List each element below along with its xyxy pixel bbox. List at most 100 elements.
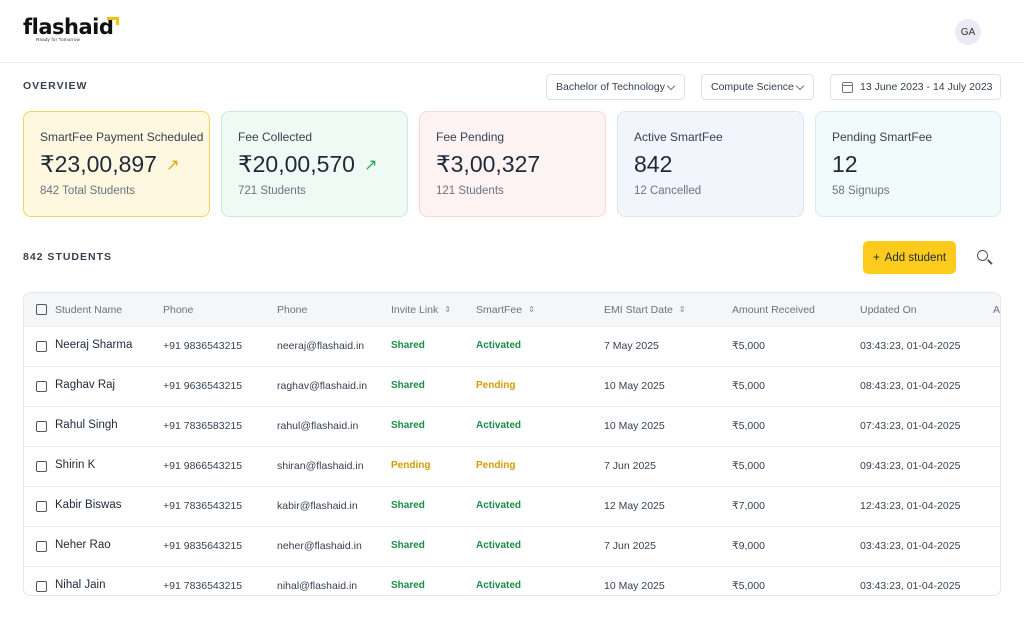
cell-student-name: Kabir Biswas bbox=[55, 499, 122, 511]
column-header-smartfee[interactable]: SmartFee ⇕ bbox=[476, 304, 535, 316]
cell-email: raghav@flashaid.in bbox=[277, 380, 368, 392]
cell-invite-link: Shared bbox=[391, 380, 425, 391]
cell-smartfee: Activated bbox=[476, 420, 522, 431]
stat-card-title: Pending SmartFee bbox=[832, 130, 933, 144]
stat-card-value: 12 bbox=[832, 151, 858, 177]
cell-smartfee: Pending bbox=[476, 460, 516, 471]
stat-card-fee-collected[interactable]: Fee Collected ₹20,00,570 ↗ 721 Students bbox=[221, 111, 408, 217]
stat-card-value: ₹20,00,570 ↗ bbox=[238, 151, 407, 178]
column-header-truncated[interactable]: A bbox=[993, 304, 1000, 316]
cell-invite-link: Shared bbox=[391, 420, 425, 431]
plus-icon: + bbox=[872, 251, 880, 264]
cell-invite-link: Shared bbox=[391, 340, 425, 351]
stat-card-subtitle: 12 Cancelled bbox=[634, 185, 702, 197]
column-header-invite-link[interactable]: Invite Link ⇕ bbox=[391, 304, 451, 316]
stat-card-subtitle: 721 Students bbox=[238, 185, 306, 197]
column-header-email[interactable]: Phone bbox=[277, 304, 307, 316]
cell-email: shiran@flashaid.in bbox=[277, 460, 364, 472]
table-header: Student Name Phone Phone Invite Link ⇕ Sm… bbox=[24, 293, 1000, 326]
row-checkbox[interactable] bbox=[36, 421, 47, 432]
column-header-amount-received[interactable]: Amount Received bbox=[732, 304, 815, 316]
cell-email: nihal@flashaid.in bbox=[277, 580, 358, 592]
cell-amount-received: ₹9,000 bbox=[732, 540, 765, 552]
table-row[interactable]: Kabir Biswas +91 7836543215 kabir@flashaid… bbox=[24, 486, 1000, 526]
table-row[interactable]: Raghav Raj +91 9636543215 raghav@flashaid.… bbox=[24, 366, 1000, 406]
stat-card-active-smartfee[interactable]: Active SmartFee 842 12 Cancelled bbox=[617, 111, 804, 217]
column-header-phone[interactable]: Phone bbox=[163, 304, 193, 316]
stat-card-subtitle: 121 Students bbox=[436, 185, 504, 197]
cell-emi-start-date: 7 May 2025 bbox=[604, 340, 659, 352]
stat-card-subtitle: 842 Total Students bbox=[40, 185, 136, 197]
overview-heading: OVERVIEW bbox=[23, 80, 88, 92]
row-checkbox[interactable] bbox=[36, 581, 47, 592]
column-header-emi-start-date[interactable]: EMI Start Date ⇕ bbox=[604, 304, 686, 316]
select-all-checkbox[interactable] bbox=[36, 304, 47, 315]
calendar-icon bbox=[842, 82, 853, 93]
cell-smartfee: Activated bbox=[476, 540, 522, 551]
cell-emi-start-date: 10 May 2025 bbox=[604, 380, 665, 392]
cell-invite-link: Shared bbox=[391, 500, 425, 511]
cell-phone: +91 9636543215 bbox=[163, 380, 243, 392]
cell-smartfee: Activated bbox=[476, 500, 522, 511]
row-checkbox[interactable] bbox=[36, 541, 47, 552]
logo-wordmark: flashaid bbox=[23, 15, 114, 39]
stat-card-pending-smartfee[interactable]: Pending SmartFee 12 58 Signups bbox=[815, 111, 1001, 217]
stat-card-value: 842 bbox=[634, 151, 673, 177]
cell-amount-received: ₹5,000 bbox=[732, 380, 765, 392]
cell-invite-link: Shared bbox=[391, 540, 425, 551]
stat-card-title: Active SmartFee bbox=[634, 130, 723, 144]
sort-icon[interactable]: ⇕ bbox=[444, 305, 451, 314]
cell-updated-on: 09:43:23, 01-04-2025 bbox=[860, 460, 961, 472]
department-select-value: Compute Science bbox=[711, 81, 794, 93]
stat-card-value: ₹3,00,327 bbox=[436, 151, 541, 177]
row-checkbox[interactable] bbox=[36, 501, 47, 512]
stat-card-title: SmartFee Payment Scheduled bbox=[40, 130, 204, 144]
cell-updated-on: 03:43:23, 01-04-2025 bbox=[860, 540, 961, 552]
students-count-heading: 842 STUDENTS bbox=[23, 251, 113, 263]
department-select[interactable]: Compute Science bbox=[701, 74, 814, 100]
cell-phone: +91 7836543215 bbox=[163, 500, 243, 512]
stat-card-value: ₹23,00,897 ↗ bbox=[40, 151, 209, 178]
chevron-down-icon bbox=[795, 81, 805, 91]
user-avatar[interactable]: GA bbox=[955, 19, 981, 45]
cell-student-name: Rahul Singh bbox=[55, 419, 118, 431]
row-checkbox[interactable] bbox=[36, 461, 47, 472]
column-header-label: Invite Link bbox=[391, 304, 439, 316]
column-header-student-name[interactable]: Student Name bbox=[55, 304, 122, 316]
add-student-button[interactable]: + Add student bbox=[863, 241, 956, 274]
cell-email: rahul@flashaid.in bbox=[277, 420, 359, 432]
row-checkbox[interactable] bbox=[36, 341, 47, 352]
stat-card-fee-pending[interactable]: Fee Pending ₹3,00,327 121 Students bbox=[419, 111, 606, 217]
search-icon[interactable] bbox=[976, 249, 993, 265]
table-row[interactable]: Shirin K +91 9866543215 shiran@flashaid.in… bbox=[24, 446, 1000, 486]
cell-student-name: Neher Rao bbox=[55, 539, 111, 551]
sort-icon[interactable]: ⇕ bbox=[528, 305, 535, 314]
table-row[interactable]: Rahul Singh +91 7836583215 rahul@flashaid.… bbox=[24, 406, 1000, 446]
trend-up-icon: ↗ bbox=[363, 156, 378, 174]
cell-smartfee: Activated bbox=[476, 580, 522, 591]
cell-phone: +91 7836543215 bbox=[163, 580, 243, 592]
trend-up-icon: ↗ bbox=[165, 156, 180, 174]
table-row[interactable]: Neeraj Sharma +91 9836543215 neeraj@flasha… bbox=[24, 326, 1000, 366]
cell-updated-on: 07:43:23, 01-04-2025 bbox=[860, 420, 961, 432]
cell-amount-received: ₹7,000 bbox=[732, 500, 765, 512]
stat-card-payment-scheduled[interactable]: SmartFee Payment Scheduled ₹23,00,897 ↗ … bbox=[23, 111, 210, 217]
sort-icon[interactable]: ⇕ bbox=[679, 305, 686, 314]
add-student-label: Add student bbox=[884, 251, 947, 264]
column-header-label: SmartFee bbox=[476, 304, 523, 316]
date-range-picker[interactable]: 13 June 2023 - 14 July 2023 bbox=[830, 74, 1001, 100]
column-header-updated-on[interactable]: Updated On bbox=[860, 304, 917, 316]
cell-student-name: Neeraj Sharma bbox=[55, 339, 133, 351]
flashaid-logo[interactable]: flashaid Ready for Tomorrow bbox=[23, 15, 119, 42]
cell-invite-link: Shared bbox=[391, 580, 425, 591]
cell-email: neeraj@flashaid.in bbox=[277, 340, 365, 352]
cell-phone: +91 9835643215 bbox=[163, 540, 243, 552]
course-select[interactable]: Bachelor of Technology bbox=[546, 74, 685, 100]
table-row[interactable]: Nihal Jain +91 7836543215 nihal@flashaid.i… bbox=[24, 566, 1000, 595]
cell-student-name: Shirin K bbox=[55, 459, 96, 471]
cell-phone: +91 9866543215 bbox=[163, 460, 243, 472]
table-row[interactable]: Neher Rao +91 9835643215 neher@flashaid.in… bbox=[24, 526, 1000, 566]
cell-emi-start-date: 7 Jun 2025 bbox=[604, 540, 656, 552]
row-checkbox[interactable] bbox=[36, 381, 47, 392]
cell-emi-start-date: 10 May 2025 bbox=[604, 420, 665, 432]
